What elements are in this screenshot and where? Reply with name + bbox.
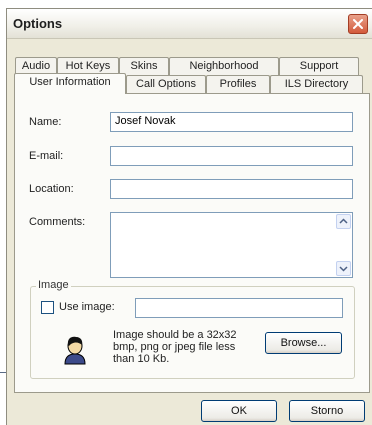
tab-ils-directory[interactable]: ILS Directory [270,75,363,93]
tab-neighborhood[interactable]: Neighborhood [169,57,279,75]
image-path-field[interactable] [135,298,343,318]
email-field[interactable] [110,146,353,166]
use-image-label[interactable]: Use image: [59,301,115,313]
title-bar: Options [7,9,372,39]
user-avatar-icon [64,336,86,365]
image-group-title: Image [36,279,71,291]
user-information-panel: Name: Josef Novak E-mail: Location: Comm… [14,93,370,393]
tab-call-options[interactable]: Call Options [126,75,206,93]
image-hint-text: Image should be a 32x32 bmp, png or jpeg… [113,329,237,365]
comments-label: Comments: [29,216,86,228]
close-icon [353,19,363,29]
chevron-up-icon [339,218,348,224]
close-button[interactable] [348,14,368,34]
window-title: Options [13,16,63,31]
name-label: Name: [29,116,62,128]
location-label: Location: [29,183,74,195]
cancel-button[interactable]: Storno [289,400,365,422]
ok-button[interactable]: OK [201,400,277,422]
tab-user-information[interactable]: User Information [14,73,126,94]
browse-button[interactable]: Browse... [265,332,342,354]
comments-textarea[interactable] [110,212,353,278]
scroll-down-button[interactable] [336,261,351,276]
tab-skins[interactable]: Skins [119,57,169,75]
location-field[interactable] [110,179,353,199]
chevron-down-icon [339,266,348,272]
tab-profiles[interactable]: Profiles [206,75,270,93]
name-field[interactable]: Josef Novak [110,112,353,132]
tab-support[interactable]: Support [279,57,359,75]
email-label: E-mail: [29,150,64,162]
options-dialog: Options Audio Hot Keys Skins Neighborhoo… [6,8,372,425]
scroll-up-button[interactable] [336,214,351,229]
use-image-checkbox[interactable] [41,301,54,314]
